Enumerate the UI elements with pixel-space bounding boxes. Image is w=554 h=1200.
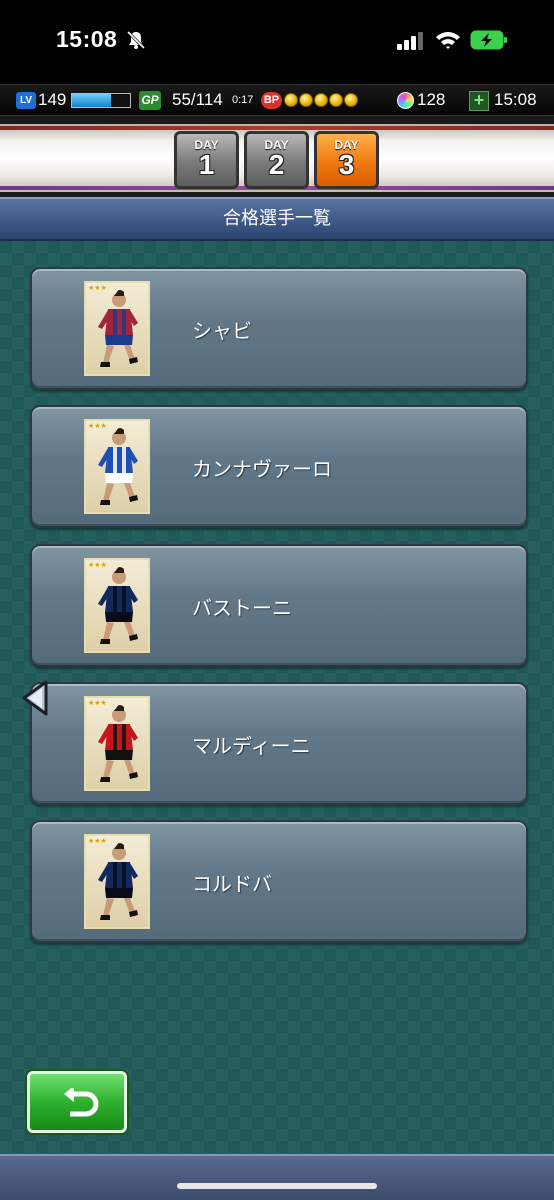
gp-timer: 0:17 bbox=[232, 94, 254, 106]
day-tab-1[interactable]: DAY 1 bbox=[174, 131, 239, 189]
status-time: 15:08 bbox=[56, 26, 118, 52]
day-tab-3[interactable]: DAY 3 bbox=[314, 131, 379, 189]
player-figure bbox=[98, 705, 138, 782]
rarity-stars: ★★★ bbox=[88, 699, 107, 707]
player-row[interactable]: ★★★ バストーニ bbox=[30, 544, 528, 667]
level-progress-fill bbox=[72, 94, 112, 107]
rarity-stars: ★★★ bbox=[88, 561, 107, 569]
back-button[interactable] bbox=[27, 1071, 127, 1133]
player-figure bbox=[98, 428, 138, 505]
gem-icon bbox=[397, 92, 414, 109]
level-badge: LV bbox=[16, 92, 36, 109]
player-figure bbox=[98, 567, 138, 644]
level-progress-bar bbox=[71, 93, 131, 108]
home-indicator[interactable] bbox=[177, 1183, 377, 1189]
return-arrow-icon bbox=[64, 1088, 99, 1117]
bell-slash-icon bbox=[126, 30, 146, 50]
bp-coin-icon bbox=[329, 93, 343, 107]
rarity-stars: ★★★ bbox=[88, 422, 107, 430]
player-card-image: ★★★ bbox=[84, 419, 150, 514]
ios-status-bar: 15:08 bbox=[0, 0, 554, 84]
gem-value: 128 bbox=[417, 90, 446, 109]
bp-badge: BP bbox=[261, 92, 282, 109]
add-gems-button[interactable]: + bbox=[469, 91, 489, 111]
day-tab-number: 2 bbox=[268, 149, 285, 180]
player-card-image: ★★★ bbox=[84, 558, 150, 653]
player-row[interactable]: ★★★ シャビ bbox=[30, 267, 528, 390]
day-tab-2[interactable]: DAY 2 bbox=[244, 131, 309, 189]
player-card-image: ★★★ bbox=[84, 696, 150, 791]
player-name: カンナヴァーロ bbox=[192, 457, 332, 481]
bp-coin-icon bbox=[299, 93, 313, 107]
game-header: LV 149 GP 55/114 0:17 BP 128 + 15:08 bbox=[0, 84, 554, 116]
gp-badge: GP bbox=[139, 91, 161, 110]
player-card-image: ★★★ bbox=[84, 834, 150, 929]
wifi-icon bbox=[436, 32, 460, 49]
player-name: コルドバ bbox=[192, 872, 272, 896]
page-title: 合格選手一覧 bbox=[0, 197, 554, 241]
player-card-image: ★★★ bbox=[84, 281, 150, 376]
player-name: シャビ bbox=[192, 319, 252, 343]
bp-coin-icon bbox=[314, 93, 328, 107]
day-tab-number: 1 bbox=[198, 149, 215, 180]
player-name: バストーニ bbox=[192, 596, 292, 620]
bp-coin-icon bbox=[284, 93, 298, 107]
player-figure bbox=[98, 290, 138, 367]
side-arrow-icon bbox=[22, 680, 48, 716]
cellular-signal-icon bbox=[397, 32, 423, 50]
game-clock: 15:08 bbox=[494, 90, 537, 109]
gp-value: 55/114 bbox=[172, 90, 223, 109]
bp-coins bbox=[284, 93, 358, 107]
player-row[interactable]: ★★★ コルドバ bbox=[30, 820, 528, 943]
battery-charging-icon bbox=[470, 30, 507, 50]
player-name: マルディーニ bbox=[192, 734, 311, 758]
bp-coin-icon bbox=[344, 93, 358, 107]
player-figure bbox=[98, 843, 138, 920]
player-row[interactable]: ★★★ マルディーニ bbox=[30, 682, 528, 805]
rarity-stars: ★★★ bbox=[88, 837, 107, 845]
rarity-stars: ★★★ bbox=[88, 284, 107, 292]
player-row[interactable]: ★★★ カンナヴァーロ bbox=[30, 405, 528, 528]
day-tab-number: 3 bbox=[338, 149, 355, 180]
level-value: 149 bbox=[38, 90, 67, 109]
bottom-bar bbox=[0, 1154, 554, 1200]
